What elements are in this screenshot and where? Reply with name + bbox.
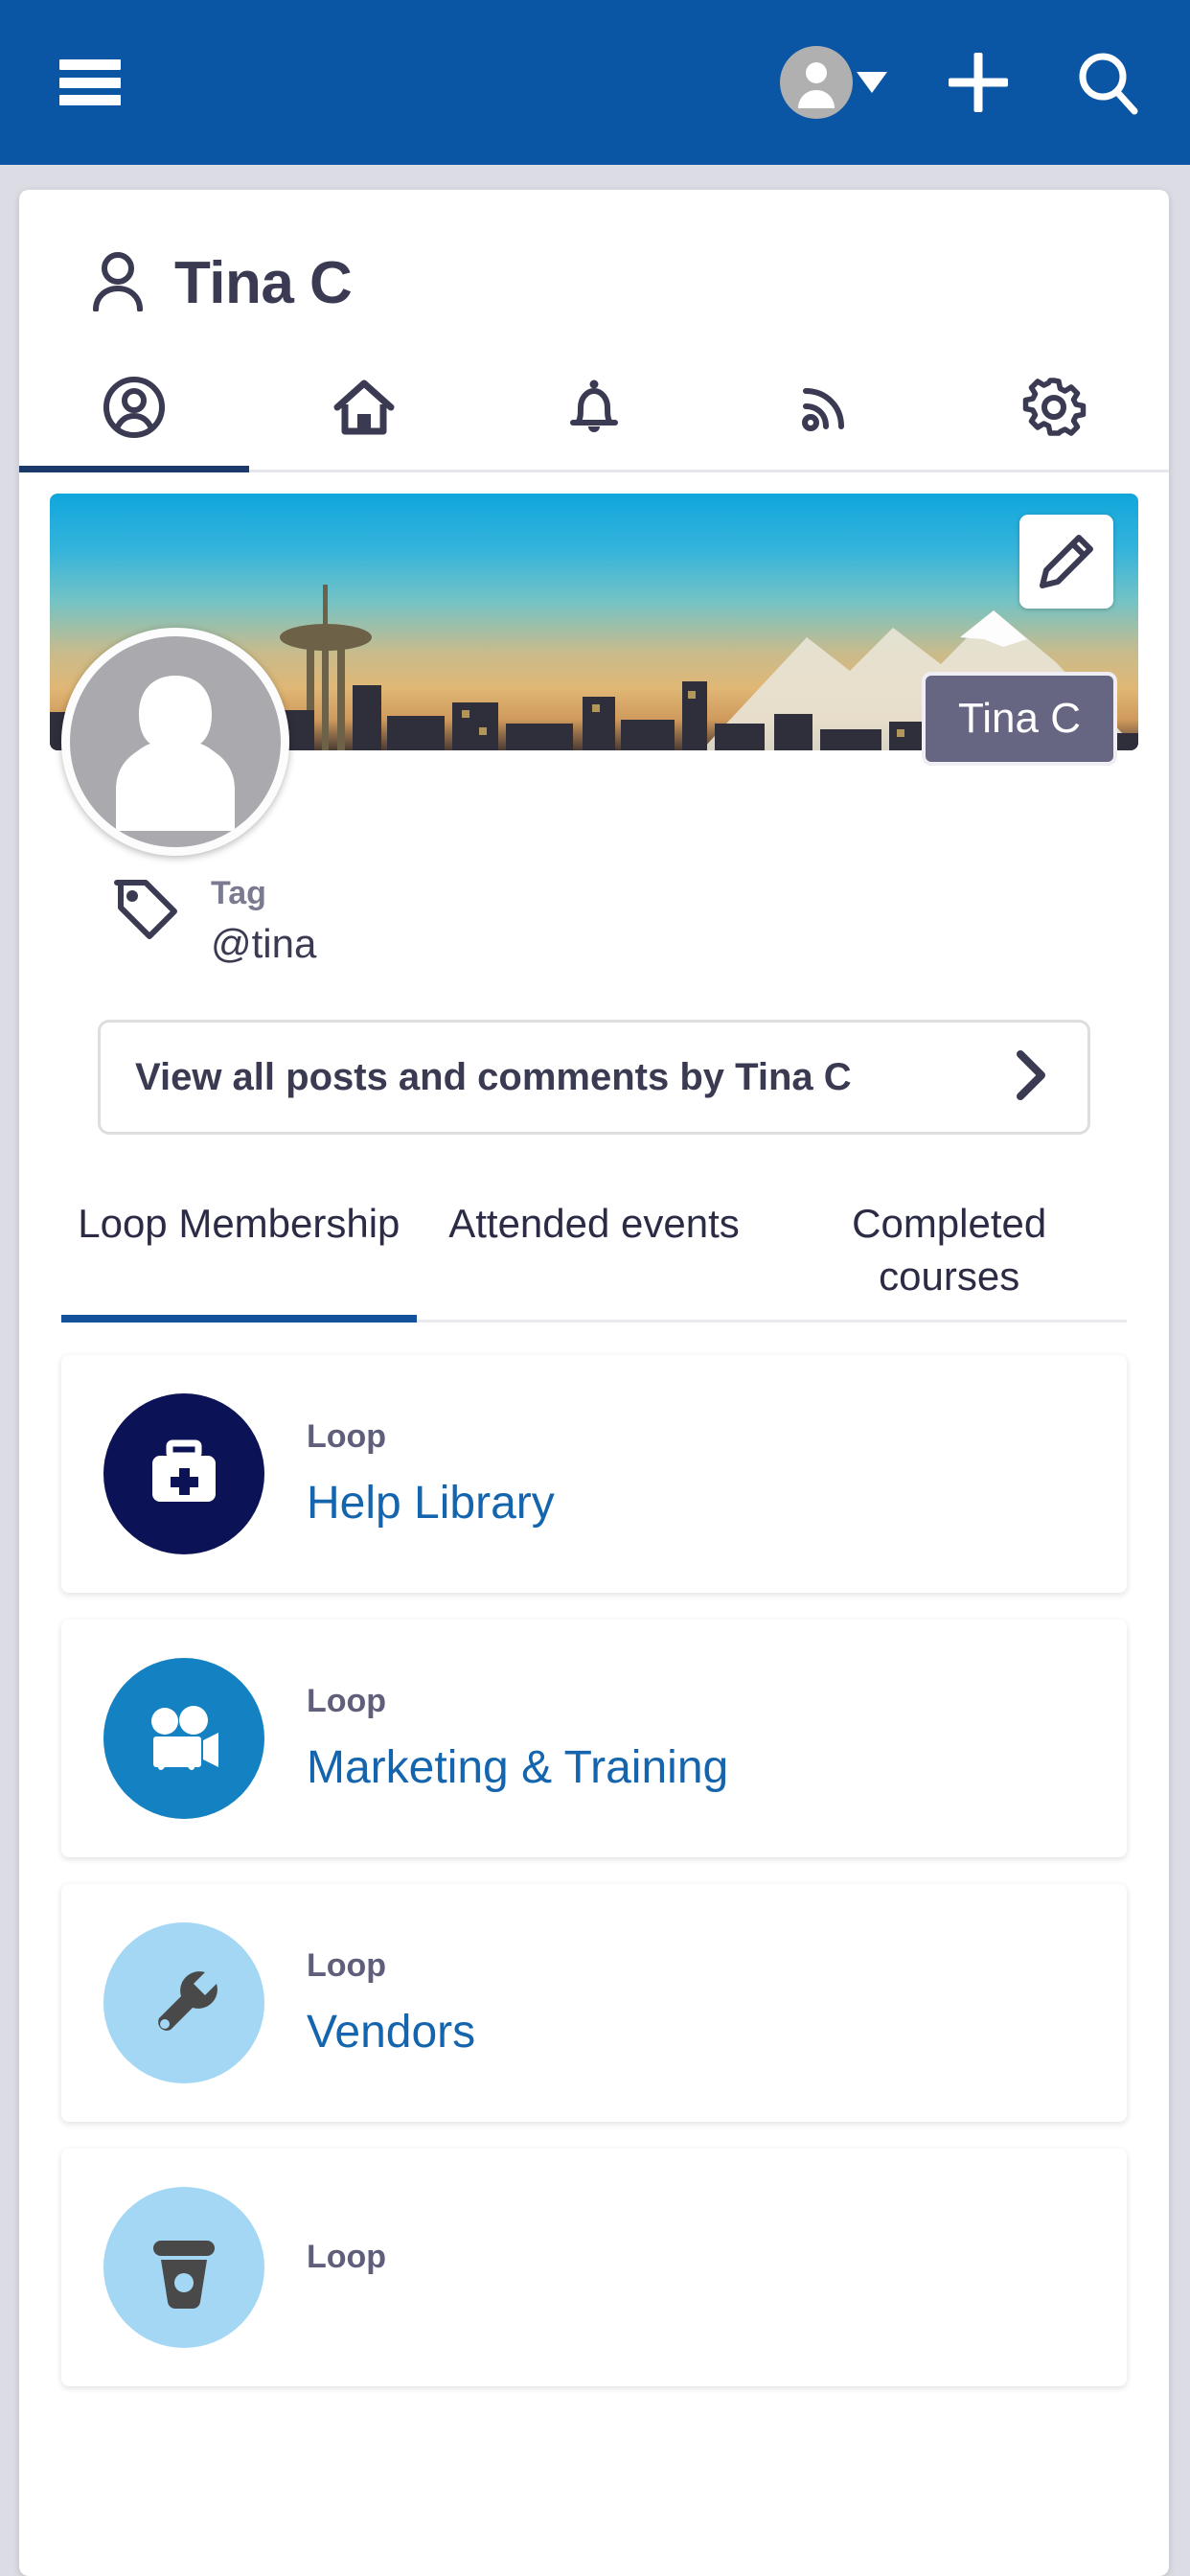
loop-icon-marketing-training (103, 1658, 264, 1820)
app-bar-actions (780, 46, 1142, 119)
user-avatar-icon[interactable] (780, 46, 853, 119)
profile-avatar[interactable] (61, 628, 289, 856)
loop-kind-label: Loop (307, 1683, 387, 1720)
hamburger-bar (59, 59, 121, 70)
loop-text-block: Loop Help Library (307, 1418, 555, 1530)
account-circle-icon (103, 377, 165, 438)
list-item[interactable]: Loop (61, 2149, 1127, 2387)
caret-down-icon[interactable] (857, 72, 887, 93)
tag-text-block: Tag @tina (211, 873, 316, 970)
loop-icon-help-library (103, 1393, 264, 1555)
icon-tab-bar (19, 367, 1169, 472)
top-app-bar (0, 0, 1190, 165)
person-icon (90, 250, 146, 316)
tab-completed-courses[interactable]: Completed courses (771, 1192, 1127, 1320)
loop-name-link[interactable]: Help Library (307, 1477, 555, 1530)
hamburger-menu-icon[interactable] (59, 59, 121, 105)
bell-icon (570, 380, 618, 432)
tab-loop-membership[interactable]: Loop Membership (61, 1192, 417, 1323)
edit-cover-button[interactable] (1019, 515, 1113, 609)
view-all-posts-button[interactable]: View all posts and comments by Tina C (98, 1020, 1090, 1136)
page-title: Tina C (174, 250, 353, 316)
list-item[interactable]: Loop Marketing & Training (61, 1620, 1127, 1858)
profile-subtabs: Loop Membership Attended events Complete… (61, 1192, 1127, 1323)
view-all-posts-label: View all posts and comments by Tina C (135, 1055, 852, 1098)
loop-kind-label: Loop (307, 1418, 387, 1456)
movie-camera-icon (151, 1706, 218, 1771)
loop-membership-list: Loop Help Library Loop Marketing & Train… (61, 1355, 1127, 2387)
wrench-icon (158, 1971, 217, 2032)
coffee-cup-icon (153, 2241, 215, 2310)
pencil-icon (1040, 535, 1093, 588)
loop-name-link[interactable]: Vendors (307, 2006, 475, 2058)
home-icon (333, 380, 395, 435)
loop-icon-coffee (103, 2187, 264, 2349)
loop-text-block: Loop (307, 2239, 386, 2297)
tab-home[interactable] (249, 367, 479, 470)
tag-row: Tag @tina (111, 873, 1169, 970)
cover-photo-area: Tina C (50, 494, 1138, 856)
female-avatar-icon (116, 676, 235, 831)
add-plus-icon[interactable] (943, 47, 1014, 118)
medical-briefcase-icon (152, 1439, 216, 1503)
tab-notifications[interactable] (479, 367, 709, 470)
hamburger-bar (59, 95, 121, 105)
tag-icon (111, 873, 180, 945)
loop-text-block: Loop Marketing & Training (307, 1683, 728, 1794)
tab-feed[interactable] (709, 367, 939, 470)
hamburger-bar (59, 77, 121, 88)
tag-value: @tina (211, 920, 317, 966)
loop-kind-label: Loop (307, 2238, 387, 2275)
profile-page-card: Tina C Tina C Tag @tina View all posts a… (19, 190, 1169, 2576)
list-item[interactable]: Loop Help Library (61, 1355, 1127, 1594)
tab-attended-events[interactable]: Attended events (417, 1192, 772, 1320)
loop-icon-vendors (103, 1922, 264, 2084)
page-title-row: Tina C (19, 190, 1169, 317)
tag-label: Tag (211, 875, 266, 911)
tab-profile[interactable] (19, 367, 249, 472)
loop-text-block: Loop Vendors (307, 1947, 475, 2058)
tab-settings[interactable] (939, 367, 1169, 470)
chevron-right-icon (1009, 1048, 1053, 1107)
loop-kind-label: Loop (307, 1947, 387, 1985)
profile-name-badge: Tina C (922, 672, 1117, 766)
search-icon[interactable] (1073, 48, 1142, 117)
loop-name-link[interactable]: Marketing & Training (307, 1741, 728, 1794)
gear-icon (1022, 378, 1087, 436)
list-item[interactable]: Loop Vendors (61, 1884, 1127, 2123)
rss-icon (802, 388, 844, 431)
